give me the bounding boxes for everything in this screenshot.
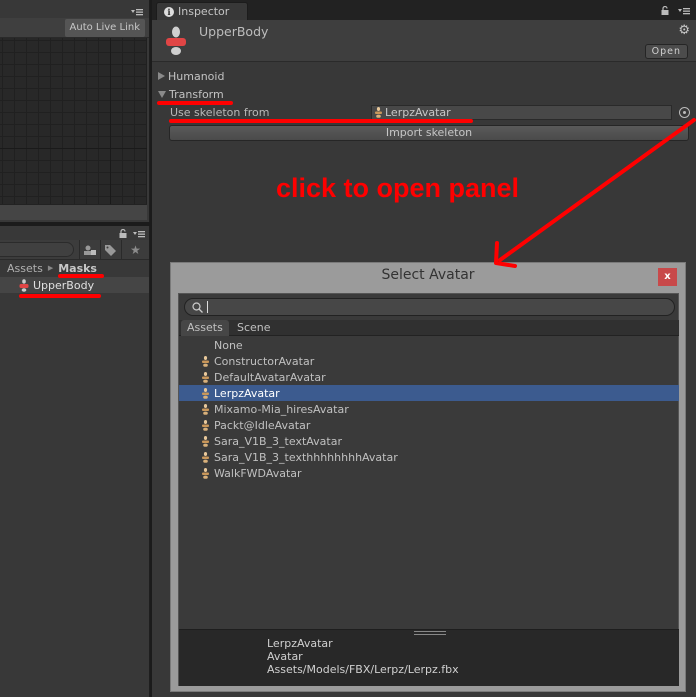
panel-menu-icon[interactable] bbox=[133, 230, 145, 238]
foldout-humanoid-label: Humanoid bbox=[168, 69, 225, 83]
filter-by-label-button[interactable] bbox=[100, 240, 120, 260]
avatar-list: None ConstructorAvatar DefaultAvatarAvatar… bbox=[179, 337, 679, 627]
project-item-upperbody[interactable]: UpperBody bbox=[0, 277, 149, 293]
annotation-underline-transform bbox=[157, 101, 233, 105]
foldout-collapsed-icon bbox=[158, 72, 165, 80]
avatar-list-item[interactable]: ConstructorAvatar bbox=[179, 353, 679, 369]
breadcrumb: Assets ▶ Masks bbox=[7, 261, 97, 275]
avatar-list-item-label: Mixamo-Mia_hiresAvatar bbox=[214, 402, 349, 416]
info-icon: i bbox=[164, 6, 174, 17]
annotation-underline-masks bbox=[58, 274, 104, 278]
panel-menu-icon[interactable] bbox=[678, 7, 690, 15]
panel-menu-icon[interactable] bbox=[131, 8, 143, 16]
foldout-transform[interactable]: Transform bbox=[158, 87, 224, 101]
preview-area: LerpzAvatar Avatar Assets/Models/FBX/Ler… bbox=[179, 629, 679, 686]
use-skeleton-object-field[interactable]: LerpzAvatar bbox=[371, 105, 672, 120]
search-icon bbox=[192, 301, 203, 313]
avatar-icon bbox=[201, 371, 209, 383]
text-caret bbox=[207, 301, 208, 313]
annotation-underline-skeleton bbox=[169, 119, 473, 123]
avatar-list-item[interactable]: None bbox=[179, 337, 679, 353]
lock-icon[interactable] bbox=[661, 6, 669, 15]
avatar-icon bbox=[201, 467, 209, 479]
preview-path: Assets/Models/FBX/Lerpz/Lerpz.fbx bbox=[267, 663, 459, 676]
preview-type: Avatar bbox=[267, 650, 303, 663]
avatar-list-item[interactable]: Sara_V1B_3_textAvatar bbox=[179, 433, 679, 449]
tab-inspector-label: Inspector bbox=[178, 5, 230, 18]
project-item-label: UpperBody bbox=[33, 278, 95, 292]
avatar-list-item-label: Packt@IdleAvatar bbox=[214, 418, 311, 432]
open-button[interactable]: Open bbox=[644, 44, 688, 59]
project-search-input[interactable] bbox=[0, 242, 74, 257]
tab-assets[interactable]: Assets bbox=[181, 320, 229, 336]
use-skeleton-label: Use skeleton from bbox=[170, 106, 270, 119]
dialog-title: Select Avatar bbox=[381, 267, 475, 283]
foldout-humanoid[interactable]: Humanoid bbox=[158, 69, 224, 83]
close-button[interactable]: x bbox=[658, 268, 677, 286]
project-toolbar: ★ bbox=[0, 240, 149, 260]
animator-toolbar: Auto Live Link bbox=[0, 18, 149, 38]
avatar-icon bbox=[201, 403, 209, 415]
avatar-list-item[interactable]: LerpzAvatar bbox=[179, 385, 679, 401]
close-icon: x bbox=[664, 271, 671, 282]
import-skeleton-button[interactable]: Import skeleton bbox=[169, 125, 689, 141]
foldout-expanded-icon bbox=[158, 90, 166, 98]
avatar-list-item-label: LerpzAvatar bbox=[214, 386, 280, 400]
star-icon: ★ bbox=[130, 243, 141, 257]
resize-grip[interactable] bbox=[414, 631, 446, 635]
inspector-header: UpperBody ⚙ Open bbox=[152, 20, 696, 62]
asset-title: UpperBody bbox=[199, 24, 269, 39]
avatar-list-item[interactable]: Packt@IdleAvatar bbox=[179, 417, 679, 433]
avatar-search-input[interactable] bbox=[184, 298, 675, 316]
dialog-tabs: Assets Scene bbox=[179, 320, 679, 336]
avatar-icon bbox=[201, 451, 209, 463]
avatar-list-item-label: None bbox=[214, 338, 243, 352]
avatar-icon bbox=[201, 355, 209, 367]
animator-panel: Auto Live Link bbox=[0, 0, 150, 222]
breadcrumb-separator-icon: ▶ bbox=[47, 264, 54, 272]
avatar-list-item-label: ConstructorAvatar bbox=[214, 354, 315, 368]
avatar-mask-icon bbox=[19, 278, 29, 292]
filter-by-type-button[interactable] bbox=[79, 240, 99, 260]
animator-grid[interactable] bbox=[0, 38, 147, 204]
avatar-mask-icon bbox=[166, 26, 186, 55]
avatar-list-item-label: Sara_V1B_3_textAvatar bbox=[214, 434, 342, 448]
avatar-list-item[interactable]: WalkFWDAvatar bbox=[179, 465, 679, 481]
avatar-list-item[interactable]: DefaultAvatarAvatar bbox=[179, 369, 679, 385]
preview-name: LerpzAvatar bbox=[267, 637, 333, 650]
breadcrumb-masks[interactable]: Masks bbox=[58, 262, 97, 275]
gear-icon: ⚙ bbox=[678, 23, 690, 38]
avatar-list-item[interactable]: Sara_V1B_3_texthhhhhhhhAvatar bbox=[179, 449, 679, 465]
use-skeleton-value: LerpzAvatar bbox=[385, 106, 451, 119]
inspector-tabbar: i Inspector bbox=[152, 0, 696, 20]
horizontal-scrollbar[interactable] bbox=[0, 204, 147, 220]
filter-type-icon bbox=[83, 245, 96, 255]
avatar-list-item-label: Sara_V1B_3_texthhhhhhhhAvatar bbox=[214, 450, 398, 464]
object-picker-icon[interactable] bbox=[679, 107, 690, 118]
avatar-icon bbox=[201, 387, 209, 399]
foldout-transform-label: Transform bbox=[169, 87, 224, 101]
avatar-icon bbox=[201, 419, 209, 431]
breadcrumb-assets[interactable]: Assets bbox=[7, 262, 43, 275]
annotation-underline-upperbody bbox=[19, 294, 101, 298]
avatar-list-item-label: DefaultAvatarAvatar bbox=[214, 370, 326, 384]
annotation-text: click to open panel bbox=[276, 173, 520, 203]
empty-icon-slot bbox=[201, 340, 209, 351]
avatar-icon bbox=[375, 107, 382, 118]
select-avatar-dialog: Select Avatar x Assets Scene None Constru… bbox=[170, 262, 686, 692]
avatar-list-item[interactable]: Mixamo-Mia_hiresAvatar bbox=[179, 401, 679, 417]
avatar-icon bbox=[201, 435, 209, 447]
lock-icon[interactable] bbox=[119, 229, 127, 238]
auto-live-link-button[interactable]: Auto Live Link bbox=[64, 19, 145, 37]
settings-gear-button[interactable]: ⚙ bbox=[678, 23, 690, 38]
tab-inspector[interactable]: i Inspector bbox=[156, 2, 248, 20]
favorites-button[interactable]: ★ bbox=[121, 240, 149, 260]
tag-icon bbox=[105, 244, 116, 256]
tab-scene[interactable]: Scene bbox=[231, 320, 277, 336]
dialog-content: Assets Scene None ConstructorAvatar Defaul… bbox=[178, 293, 679, 686]
avatar-list-item-label: WalkFWDAvatar bbox=[214, 466, 302, 480]
